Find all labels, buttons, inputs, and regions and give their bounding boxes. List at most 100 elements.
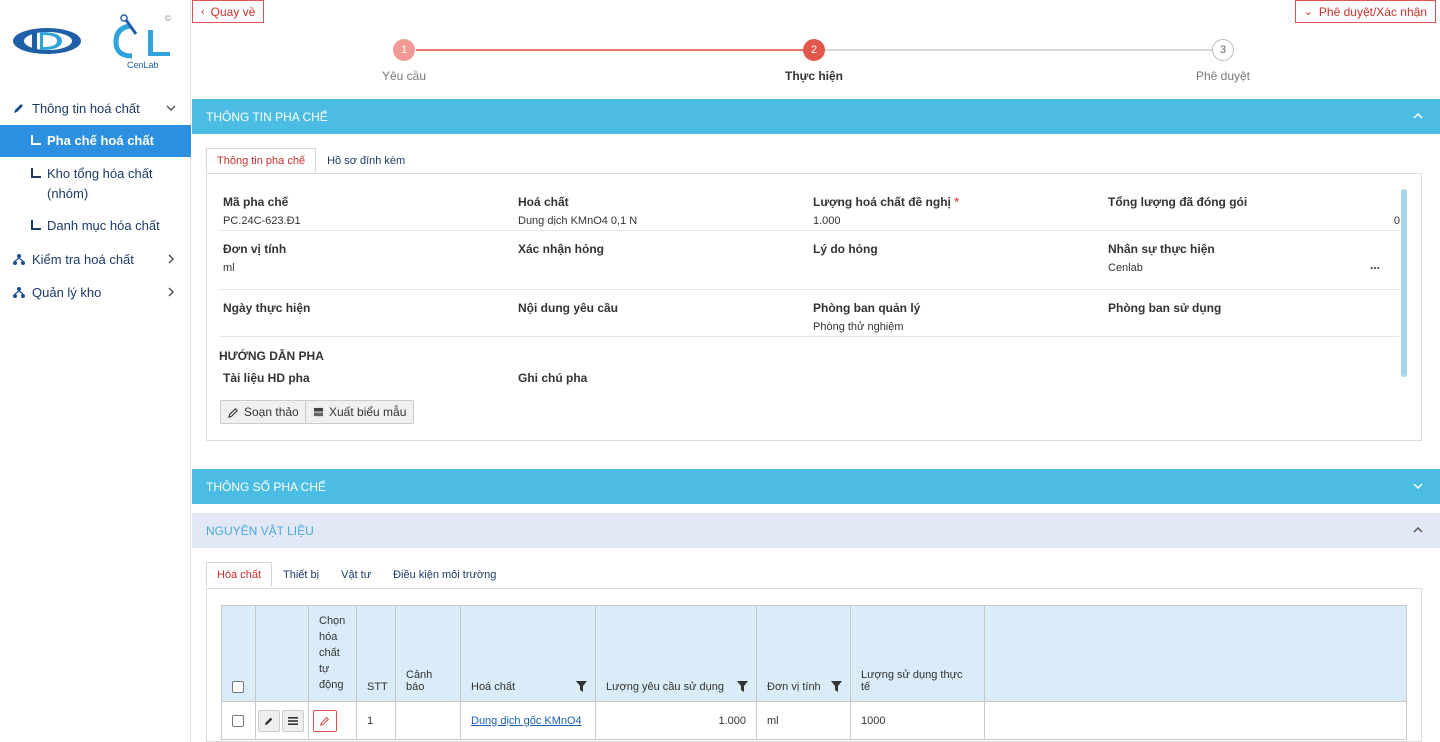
field-label: Tổng lượng đã đóng gói — [1108, 195, 1248, 209]
main-content: ‹ Quay về ⌄ Phê duyệt/Xác nhận 1 Yêu cầu… — [192, 0, 1440, 742]
field-value: Dung dịch KMnO4 0,1 N — [518, 215, 638, 227]
sidebar-item-kiem-tra-hoa-chat[interactable]: Kiểm tra hoá chất — [0, 244, 191, 274]
required-mark: * — [954, 195, 959, 209]
sitemap-icon — [12, 286, 26, 298]
chevron-down-icon: ⌄ — [1303, 6, 1313, 18]
tab-hoa-chat[interactable]: Hóa chất — [206, 562, 273, 587]
header-stt: STT — [357, 606, 396, 701]
row-checkbox[interactable] — [232, 714, 244, 727]
row-menu-button[interactable] — [282, 709, 304, 732]
field-hoa-chat: Hoá chất Dung dịch KMnO4 0,1 N — [518, 195, 637, 227]
compose-button-label: Soạn thảo — [244, 405, 299, 419]
field-label: Nội dung yêu cầu — [518, 301, 619, 315]
panel-info-header[interactable]: THÔNG TIN PHA CHẾ — [192, 99, 1440, 134]
step-line-done — [416, 49, 814, 51]
row-divider — [219, 230, 1399, 231]
cell-requested[interactable]: 1.000 — [596, 702, 757, 739]
table-header-row: Chọn hóa chất tự động STT Cảnh báo Hoá c… — [222, 606, 1406, 701]
vertical-scrollbar[interactable] — [1401, 189, 1407, 377]
header-actions — [256, 606, 309, 701]
pencil-icon — [320, 716, 330, 726]
cell-stt: 1 — [357, 702, 396, 739]
panel-materials-header[interactable]: NGUYÊN VẬT LIỆU — [192, 513, 1440, 548]
chemical-link[interactable]: Dung dịch gốc KMnO4 — [471, 715, 582, 727]
chevron-up-icon[interactable] — [1412, 524, 1424, 536]
sidebar-item-label: Thông tin hoá chất — [32, 100, 140, 116]
step-2-circle[interactable]: 2 — [803, 39, 825, 61]
cell-warning — [396, 702, 461, 739]
filter-icon[interactable] — [737, 681, 748, 692]
edit-row-button[interactable] — [258, 709, 280, 732]
tab-thong-tin-pha-che[interactable]: Thông tin pha chế — [206, 148, 317, 173]
sidebar-item-quan-ly-kho[interactable]: Quản lý kho — [0, 277, 191, 307]
panel-params-title: THÔNG SỐ PHA CHẾ — [206, 479, 327, 494]
filter-icon[interactable] — [831, 681, 842, 692]
header-warning: Cảnh báo — [396, 606, 461, 701]
field-value: 1.000 — [813, 215, 841, 227]
sidebar: © CenLab Thông tin hoá chất Pha chế hoá … — [0, 0, 191, 742]
header-select-all — [222, 606, 256, 701]
chevron-down-icon — [166, 105, 176, 112]
select-all-checkbox[interactable] — [232, 681, 244, 693]
sidebar-item-label: Danh mục hóa chất — [47, 218, 160, 233]
cell-unit: ml — [757, 702, 851, 739]
table-row: 1 Dung dịch gốc KMnO4 1.000 ml 1000 — [222, 701, 1406, 739]
step-3-circle[interactable]: 3 — [1212, 39, 1234, 61]
field-value: ml — [223, 262, 235, 274]
step-1-label: Yêu cầu — [381, 69, 427, 83]
guide-doc-label: Tài liệu HD pha — [223, 371, 310, 385]
approve-button[interactable]: ⌄ Phê duyệt/Xác nhận — [1294, 0, 1436, 23]
panel-params-header[interactable]: THÔNG SỐ PHA CHẾ — [192, 469, 1440, 504]
field-label: Mã pha chế — [223, 195, 289, 209]
stepper: 1 Yêu cầu 2 Thực hiện 3 Phê duyệt — [192, 36, 1440, 96]
filter-icon[interactable] — [576, 681, 587, 692]
back-button-label: Quay về — [210, 4, 256, 19]
sidebar-item-label: Quản lý kho — [32, 284, 102, 300]
tab-ho-so-dinh-kem[interactable]: Hồ sơ đính kèm — [316, 148, 416, 173]
row-divider — [219, 289, 1399, 290]
field-phong-ban-su-dung: Phòng ban sử dụng — [1108, 301, 1221, 321]
field-label: Nhân sự thực hiện — [1108, 242, 1215, 256]
export-template-button[interactable]: Xuất biểu mẫu — [305, 400, 415, 424]
tab-dieu-kien-moi-truong[interactable]: Điều kiện môi trường — [382, 562, 507, 587]
auto-select-button[interactable] — [313, 709, 337, 732]
cell-chemical: Dung dịch gốc KMnO4 — [461, 702, 596, 739]
sidebar-item-label: Pha chế hoá chất — [47, 133, 154, 148]
header-filler — [985, 606, 1406, 701]
field-ngay-thuc-hien: Ngày thực hiện — [223, 301, 310, 321]
cell-actual[interactable]: 1000 — [851, 702, 985, 739]
step-1-circle[interactable]: 1 — [393, 39, 415, 61]
header-actual: Lượng sử dụng thực tế — [851, 606, 985, 701]
chevron-up-icon[interactable] — [1412, 110, 1424, 122]
back-button[interactable]: ‹ Quay về — [192, 0, 265, 23]
more-options-button[interactable]: ... — [1370, 258, 1380, 272]
sidebar-item-danh-muc-hoa-chat[interactable]: Danh mục hóa chất — [0, 210, 191, 242]
materials-table: Chọn hóa chất tự động STT Cảnh báo Hoá c… — [221, 605, 1407, 740]
field-label: Lượng hoá chất đề nghị * — [813, 195, 959, 209]
field-label: Lý do hỏng — [813, 242, 878, 256]
field-label: Xác nhận hỏng — [518, 242, 605, 256]
compose-button[interactable]: Soạn thảo — [220, 400, 307, 424]
panel-materials-title: NGUYÊN VẬT LIỆU — [206, 523, 314, 538]
guide-title: HƯỚNG DẪN PHA — [219, 349, 324, 363]
info-tabs: Thông tin pha chế Hồ sơ đính kèm — [206, 148, 416, 173]
field-value: 0 — [1393, 215, 1400, 227]
tree-branch-icon — [31, 220, 41, 230]
chevron-down-icon[interactable] — [1412, 480, 1424, 492]
export-button-label: Xuất biểu mẫu — [329, 405, 407, 419]
logo-d-icon — [13, 28, 81, 54]
tab-vat-tu[interactable]: Vật tư — [330, 562, 382, 587]
field-ly-do-hong: Lý do hỏng — [813, 242, 878, 262]
field-don-vi-tinh: Đơn vị tính ml — [223, 242, 286, 274]
header-requested-label: Lượng yêu cầu sử dụng — [606, 681, 724, 693]
field-noi-dung-yeu-cau: Nội dung yêu cầu — [518, 301, 618, 321]
step-line-pending — [824, 49, 1212, 51]
header-chemical: Hoá chất — [461, 606, 596, 701]
sidebar-item-thong-tin-hoa-chat[interactable]: Thông tin hoá chất — [0, 93, 191, 123]
sidebar-item-kho-tong-hoa-chat[interactable]: Kho tổng hóa chất (nhóm) — [0, 158, 191, 208]
sitemap-icon — [12, 253, 26, 265]
header-unit-label: Đơn vị tính — [767, 681, 821, 693]
tree-branch-icon — [31, 168, 41, 178]
sidebar-item-pha-che-hoa-chat[interactable]: Pha chế hoá chất — [0, 125, 191, 157]
tab-thiet-bi[interactable]: Thiết bị — [272, 562, 330, 587]
